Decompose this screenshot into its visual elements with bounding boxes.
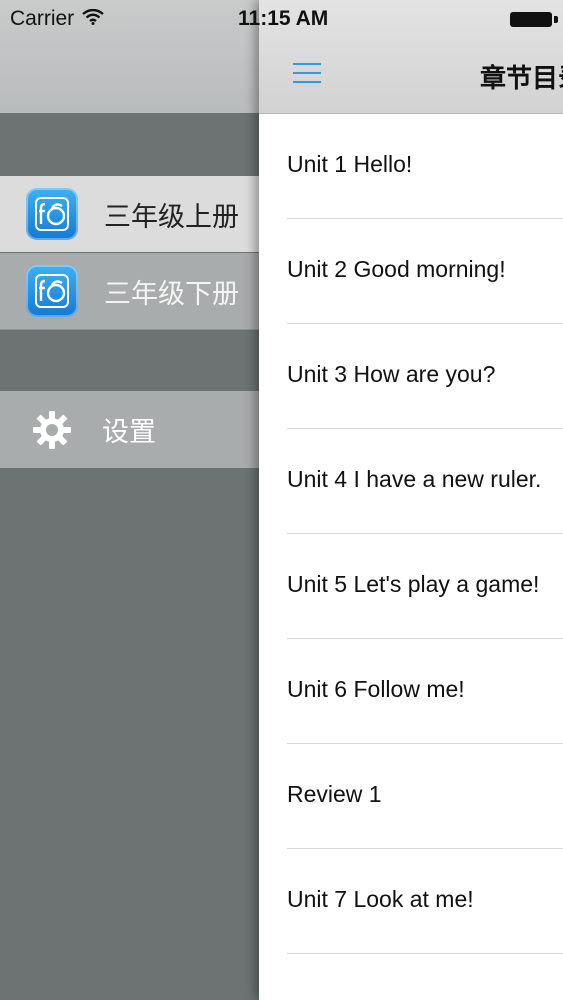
battery-icon [510, 12, 552, 27]
hamburger-menu-icon[interactable] [289, 58, 325, 88]
drawer-item-settings[interactable]: 设置 [0, 391, 260, 468]
chapter-list-panel: 章节目录 Unit 1 Hello!Unit 2 Good morning!Un… [259, 0, 563, 1000]
wifi-icon [82, 7, 104, 31]
chapter-row[interactable]: Unit 2 Good morning! [259, 219, 563, 324]
chapter-title: Unit 1 Hello! [287, 151, 413, 177]
drawer-item-grade3-vol2[interactable]: 三年级下册 [0, 253, 260, 329]
book-app-icon [26, 188, 78, 240]
book-app-icon [26, 265, 78, 317]
chapter-title: Unit 5 Let's play a game! [287, 571, 540, 597]
battery-nub [554, 16, 558, 23]
chapter-list: Unit 1 Hello! Unit 2 Good morning! Unit 3 … [259, 114, 563, 954]
settings-label: 设置 [102, 417, 156, 448]
chapter-row[interactable]: Unit 4 I have a new ruler. [259, 429, 563, 534]
chapter-title: Unit 2 Good morning! [287, 256, 506, 282]
chapter-row[interactable]: Unit 3 How are you? [259, 324, 563, 429]
drawer-divider [0, 329, 260, 330]
row-separator [287, 953, 563, 954]
chapter-row[interactable]: Unit 6 Follow me! [259, 639, 563, 744]
carrier: Carrier [10, 7, 104, 31]
chapter-title: Unit 6 Follow me! [287, 676, 465, 702]
chapter-title: Review 1 [287, 781, 382, 807]
drawer-item-label: 三年级下册 [104, 278, 239, 310]
chapter-title: Unit 3 How are you? [287, 361, 496, 387]
chapter-title: Unit 7 Look at me! [287, 886, 474, 912]
gear-icon [28, 406, 76, 454]
chapter-row[interactable]: Review 1 [259, 744, 563, 849]
drawer-item-grade3-vol1[interactable]: 三年级上册 [0, 176, 260, 252]
side-drawer: 三年级上册 三年级下册 设置 [0, 0, 260, 1000]
drawer-item-label: 三年级上册 [104, 201, 239, 233]
chapter-title: Unit 4 I have a new ruler. [287, 466, 542, 492]
status-bar: Carrier 11:15 AM [0, 0, 563, 40]
carrier-label: Carrier [10, 7, 75, 30]
chapter-row[interactable]: Unit 1 Hello! [259, 114, 563, 219]
chapter-row[interactable]: Unit 5 Let's play a game! [259, 534, 563, 639]
status-time: 11:15 AM [238, 7, 329, 30]
page-title: 章节目录 [480, 64, 563, 94]
chapter-row[interactable]: Unit 7 Look at me! [259, 849, 563, 954]
